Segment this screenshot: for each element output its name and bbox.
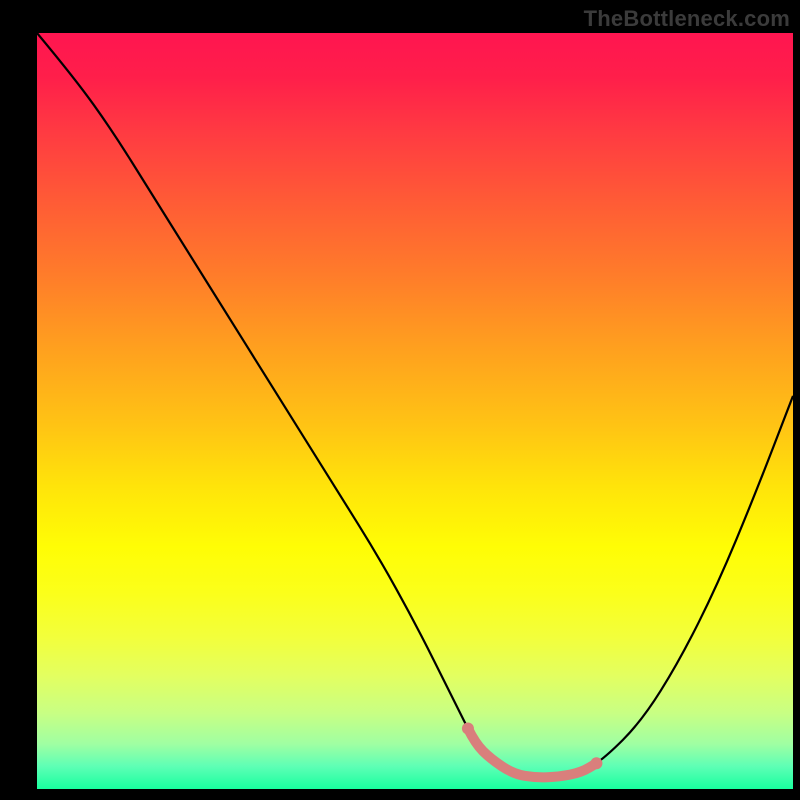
highlight-dot-left	[462, 723, 474, 735]
bottleneck-curve	[37, 33, 793, 777]
highlight-segment	[468, 729, 597, 778]
highlight-dot-right	[590, 757, 602, 769]
chart-frame: TheBottleneck.com	[0, 0, 800, 800]
watermark-label: TheBottleneck.com	[584, 6, 790, 32]
curve-layer	[37, 33, 793, 789]
plot-area	[37, 33, 793, 789]
